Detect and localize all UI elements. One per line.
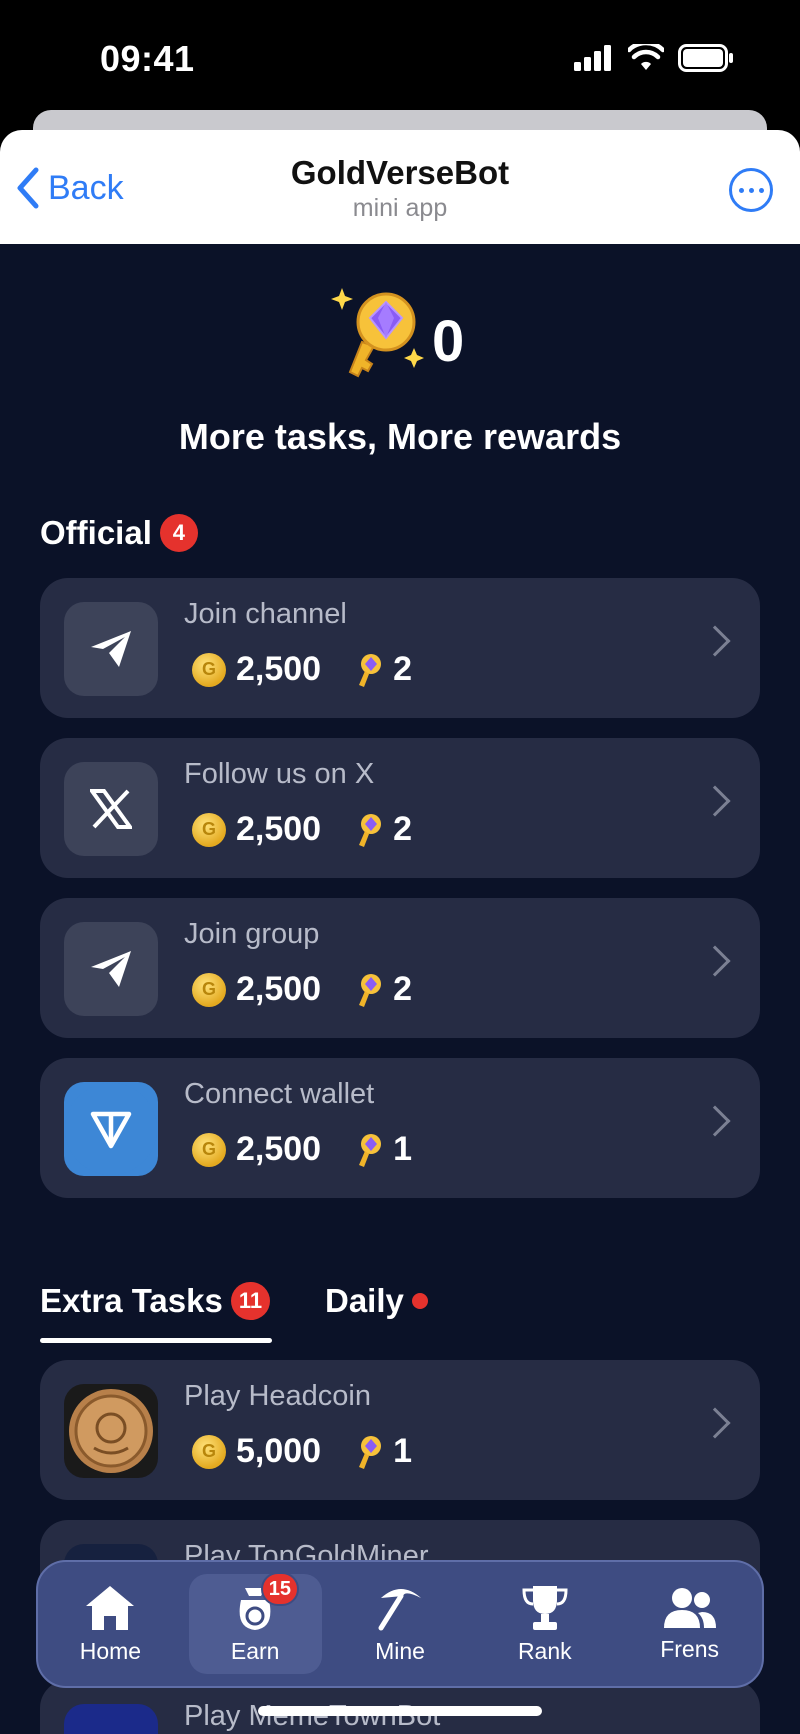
gold-coin-icon: G [192, 812, 226, 847]
gem-key-icon [359, 813, 382, 847]
status-icons [574, 44, 734, 72]
task-rewards: G 2,500 1 [192, 1130, 412, 1169]
gem-key-icon [331, 288, 424, 378]
nav-label: Home [79, 1637, 142, 1664]
telegram-plane-icon [64, 602, 158, 696]
signal-icon [574, 45, 611, 71]
nav-frens[interactable]: Frens [617, 1562, 762, 1686]
tab-label: Daily [325, 1282, 404, 1319]
key-balance: 0 [0, 276, 800, 386]
pickaxe-icon [378, 1588, 421, 1630]
chevron-right-icon [699, 1407, 731, 1439]
memetownbot-icon [64, 1704, 158, 1734]
gold-coin-icon: G [192, 652, 226, 687]
task-name: Join group [184, 918, 320, 950]
tab-extra-tasks[interactable]: Extra Tasks 11 [40, 1282, 271, 1320]
key-count: 0 [432, 309, 465, 374]
task-name: Follow us on X [184, 758, 375, 790]
chevron-right-icon [699, 625, 731, 657]
more-dot [748, 187, 754, 193]
key-reward: 1 [393, 1130, 413, 1168]
status-bar: 09:41 [0, 0, 800, 115]
coin-reward: 2,500 [236, 1130, 322, 1168]
key-reward: 1 [393, 1432, 413, 1470]
battery-icon [678, 44, 733, 72]
nav-label: Rank [517, 1637, 572, 1664]
more-dot [758, 187, 764, 193]
task-play-headcoin[interactable]: Play Headcoin G 5,000 1 [40, 1360, 760, 1500]
home-indicator [258, 1706, 542, 1716]
tab-daily[interactable]: Daily [325, 1282, 428, 1320]
task-rewards: G 5,000 1 [192, 1432, 412, 1471]
gem-key-icon [359, 973, 382, 1007]
nav-label: Mine [375, 1637, 425, 1664]
hero-headline: More tasks, More rewards [178, 416, 622, 457]
home-icon [86, 1585, 135, 1630]
task-name: Join channel [184, 598, 347, 630]
chevron-right-icon [699, 785, 731, 817]
gold-coin-icon: G [192, 1132, 226, 1167]
coin-reward: 2,500 [236, 650, 322, 688]
nav-label: Frens [660, 1635, 719, 1662]
official-section-title: Official 4 [40, 514, 198, 552]
status-time: 09:41 [100, 38, 195, 79]
trophy-icon [522, 1585, 568, 1630]
friends-icon [663, 1587, 716, 1628]
page-title: GoldVerseBot [290, 154, 510, 191]
nav-rank[interactable]: Rank [472, 1562, 617, 1686]
earn-badge: 15 [260, 1572, 300, 1606]
task-tabs: Extra Tasks 11 Daily [40, 1282, 760, 1343]
task-rewards: G 2,500 2 [192, 650, 412, 689]
task-name: Play MemeTownBot [184, 1700, 441, 1732]
more-dot [738, 187, 744, 193]
key-reward: 2 [393, 650, 413, 688]
coin-reward: 2,500 [236, 810, 322, 848]
coin-reward: 5,000 [236, 1432, 322, 1470]
headcoin-icon [64, 1384, 158, 1478]
gem-key-icon [359, 653, 382, 687]
extra-tasks-badge: 11 [230, 1282, 271, 1320]
task-rewards: G 2,500 2 [192, 810, 412, 849]
task-connect-wallet[interactable]: Connect wallet G 2,500 1 [40, 1058, 760, 1198]
earn-screen: 0 More tasks, More rewards Official 4 Jo… [0, 244, 800, 1734]
task-name: Connect wallet [184, 1078, 375, 1110]
gold-coin-icon: G [192, 1434, 226, 1469]
nav-mine[interactable]: Mine [328, 1562, 473, 1686]
task-follow-x[interactable]: Follow us on X G 2,500 2 [40, 738, 760, 878]
telegram-plane-icon [64, 922, 158, 1016]
key-reward: 2 [393, 810, 413, 848]
coin-reward: 2,500 [236, 970, 322, 1008]
page-subtitle: mini app [352, 194, 448, 222]
wifi-icon [628, 44, 664, 70]
nav-home[interactable]: Home [38, 1562, 183, 1686]
official-title: Official [40, 514, 152, 551]
chevron-right-icon [699, 1105, 731, 1137]
nav-label: Earn [230, 1637, 280, 1664]
task-rewards: G 2,500 2 [192, 970, 412, 1009]
chevron-right-icon [699, 945, 731, 977]
gem-key-icon [359, 1435, 382, 1469]
task-join-channel[interactable]: Join channel G 2,500 2 [40, 578, 760, 718]
task-name: Play Headcoin [184, 1380, 371, 1412]
nav-earn[interactable]: 15 Earn [183, 1562, 328, 1686]
task-join-group[interactable]: Join group G 2,500 2 [40, 898, 760, 1038]
more-options-button[interactable] [729, 168, 773, 212]
x-logo-icon [64, 762, 158, 856]
bottom-nav: Home 15 Earn Mine Rank Frens [36, 1560, 764, 1688]
tab-label: Extra Tasks [40, 1282, 223, 1319]
mini-app-header: Back GoldVerseBot mini app [0, 130, 800, 244]
official-badge: 4 [159, 514, 198, 552]
gold-coin-icon: G [192, 972, 226, 1007]
gem-key-icon [359, 1133, 382, 1167]
key-reward: 2 [393, 970, 413, 1008]
ton-logo-icon [64, 1082, 158, 1176]
notification-dot [411, 1293, 428, 1309]
active-tab-indicator [40, 1338, 272, 1343]
